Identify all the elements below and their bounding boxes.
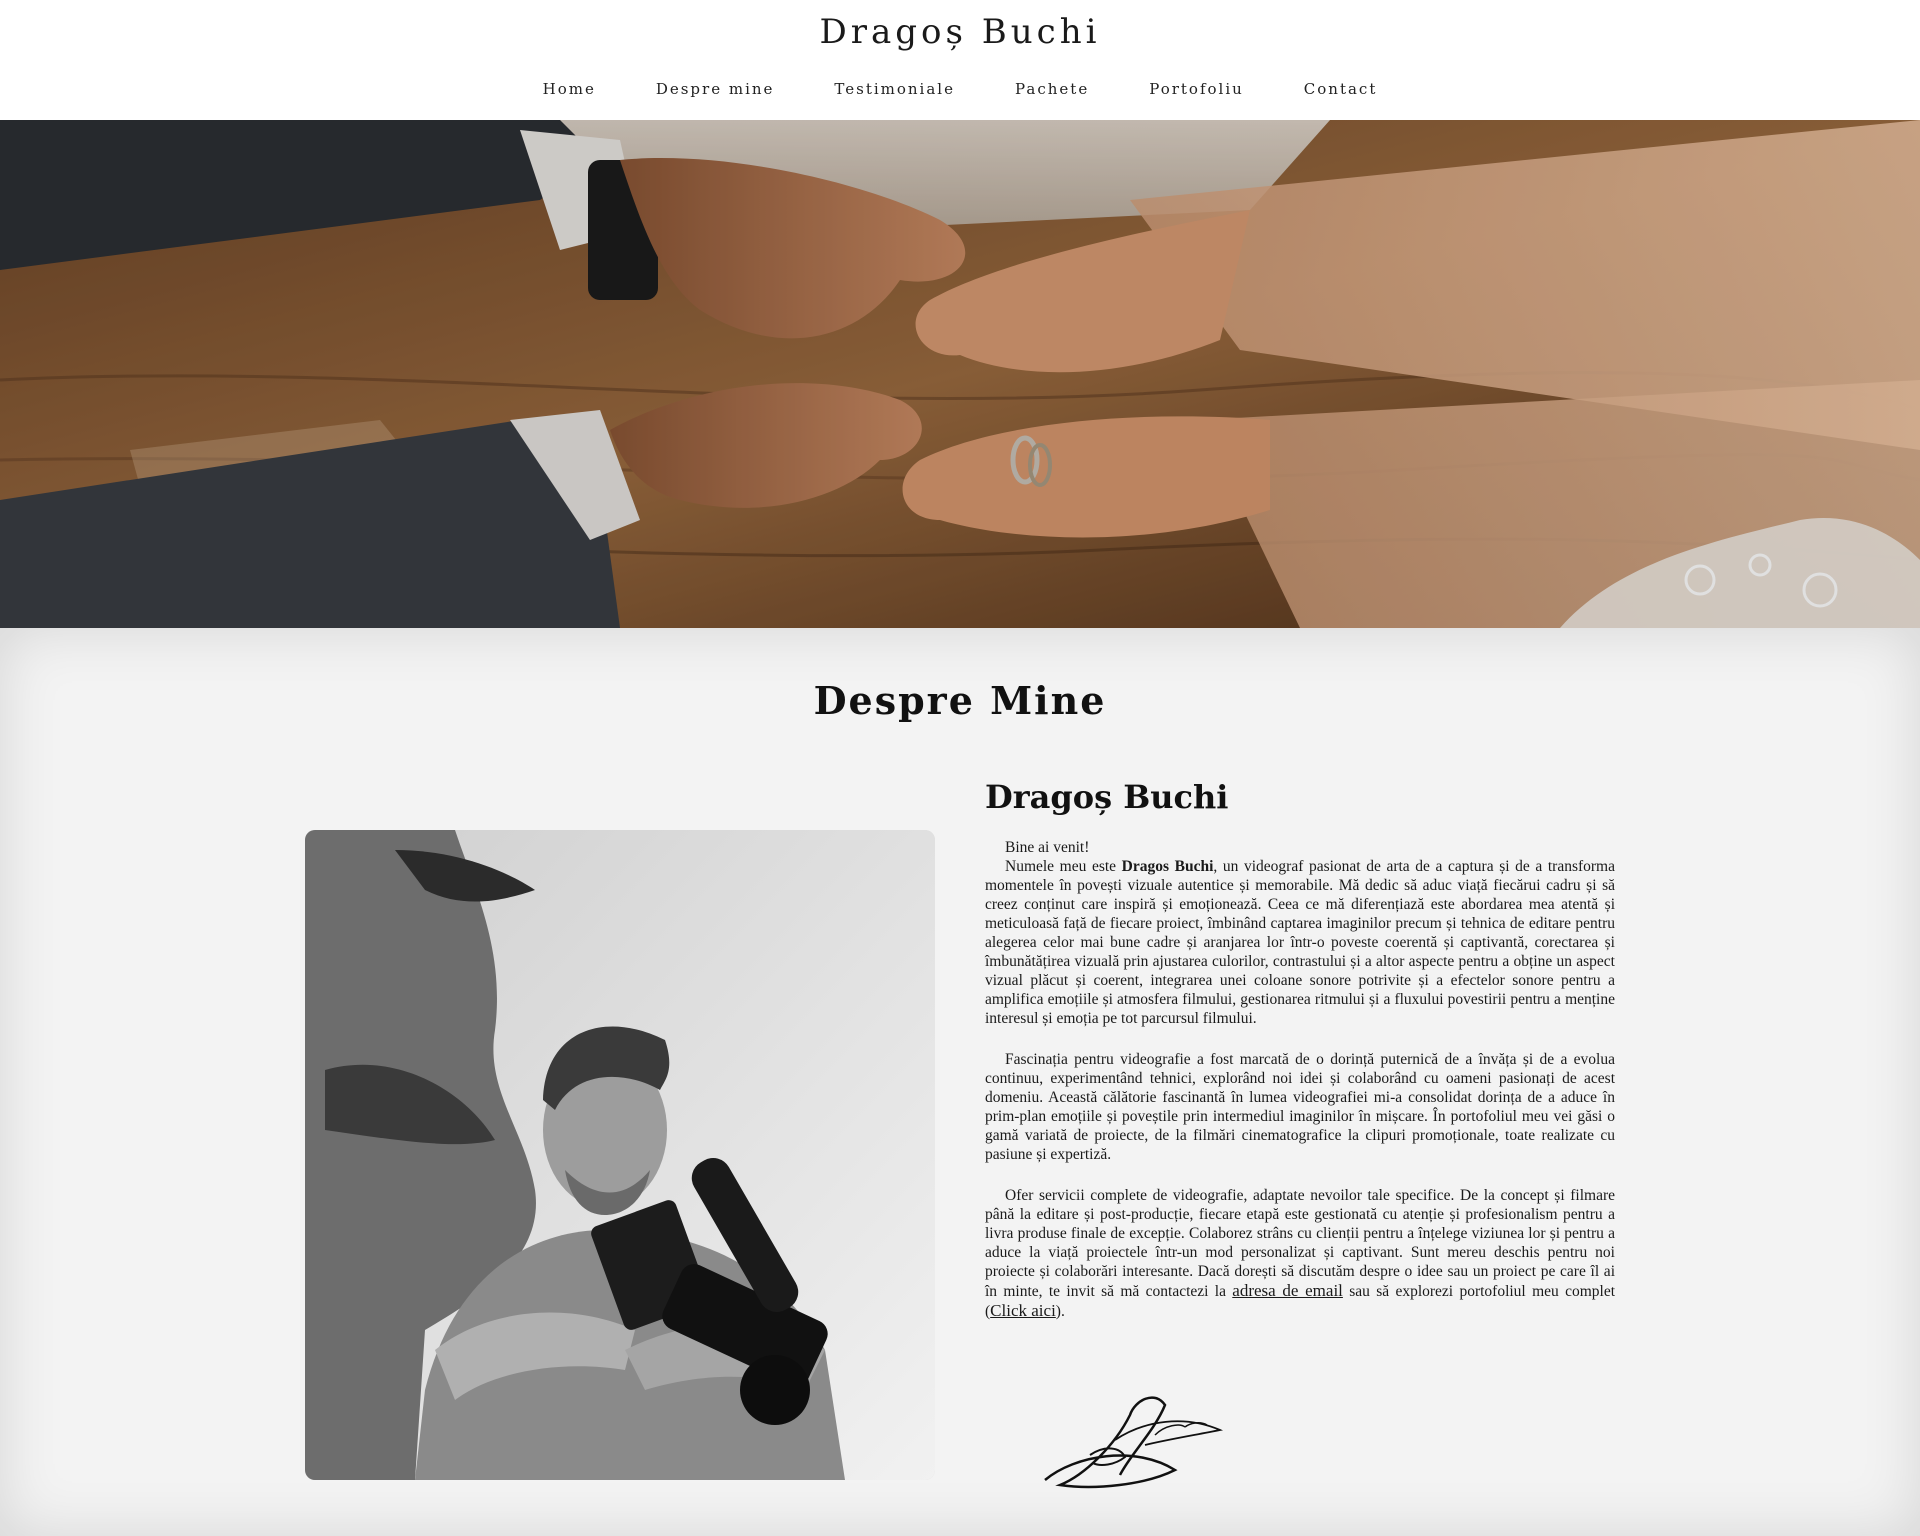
bio-paragraph-1: Numele meu este Dragos Buchi, un videogr… xyxy=(985,857,1615,1028)
nav-home[interactable]: Home xyxy=(513,80,626,98)
main-nav: Home Despre mine Testimoniale Pachete Po… xyxy=(0,80,1920,98)
nav-portofoliu[interactable]: Portofoliu xyxy=(1119,80,1274,98)
nav-pachete[interactable]: Pachete xyxy=(985,80,1119,98)
signature-image xyxy=(1044,1396,1224,1489)
site-title[interactable]: Dragoș Buchi xyxy=(0,12,1920,52)
bio-block: Dragoș Buchi Bine ai venit! Numele meu e… xyxy=(985,778,1615,1321)
nav-contact[interactable]: Contact xyxy=(1274,80,1408,98)
portrait-illustration xyxy=(305,830,935,1480)
email-link[interactable]: adresa de email xyxy=(1232,1281,1343,1300)
bio-p1-name: Dragos Buchi xyxy=(1121,858,1214,875)
bio-p1-intro: Numele meu este xyxy=(1005,858,1122,875)
portfolio-link[interactable]: Click aici xyxy=(990,1301,1056,1320)
bio-greeting: Bine ai venit! xyxy=(1005,839,1090,856)
site-header: Dragoș Buchi Home Despre mine Testimonia… xyxy=(0,0,1920,120)
bio-name: Dragoș Buchi xyxy=(985,778,1229,816)
hero-hands-illustration xyxy=(0,120,1920,628)
portrait-photo xyxy=(305,830,935,1480)
section-heading: Despre Mine xyxy=(813,678,1107,723)
nav-despre-mine[interactable]: Despre mine xyxy=(626,80,805,98)
bio-paragraph-2: Fascinația pentru videografie a fost mar… xyxy=(985,1051,1615,1163)
bio-paragraph-3: Ofer servicii complete de videografie, a… xyxy=(985,1186,1615,1321)
hero-image xyxy=(0,120,1920,628)
bio-p1-rest: , un videograf pasionat de arta de a cap… xyxy=(985,858,1615,1027)
bio-p3-end: ). xyxy=(1055,1303,1065,1320)
about-section: Despre Mine Dragoș Buchi Bine ai venit! … xyxy=(0,628,1920,1536)
nav-testimoniale[interactable]: Testimoniale xyxy=(804,80,985,98)
